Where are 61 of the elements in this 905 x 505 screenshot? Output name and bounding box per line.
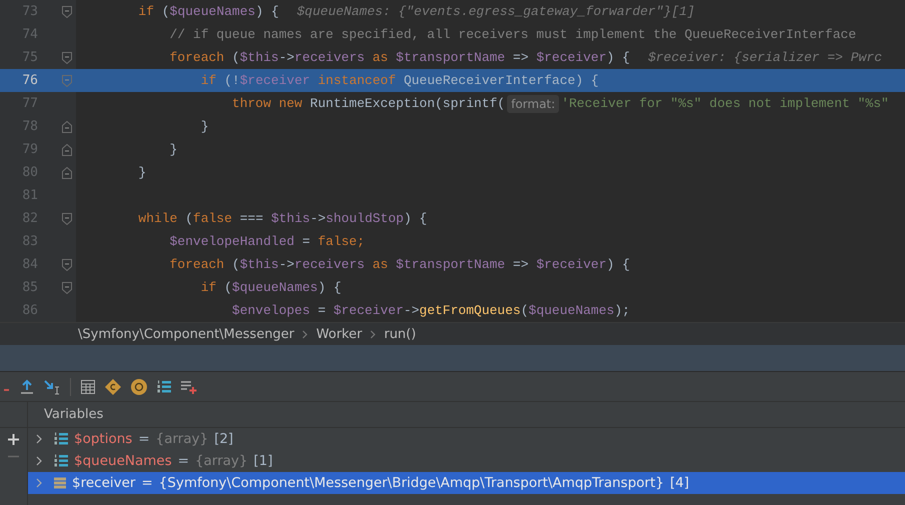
code-text: foreach ($this->receivers as $transportName => $receiver) { <box>168 50 630 65</box>
variable-name: $queueNames <box>74 453 172 469</box>
class-icon[interactable] <box>105 378 121 394</box>
fold-marker-icon[interactable] <box>62 6 72 18</box>
object-icon <box>54 477 66 489</box>
numbered-list-icon <box>157 380 171 394</box>
code-text: if ($queueNames) { <box>200 280 342 295</box>
code-text: 'Receiver for "%s" does not implement "%s" <box>561 96 889 111</box>
fold-marker-icon[interactable] <box>62 166 72 178</box>
equals-sign: = <box>178 453 190 469</box>
expand-icon[interactable] <box>36 434 42 444</box>
code-text: $envelopeHandled = false; <box>168 234 365 249</box>
variable-count: [1] <box>254 453 273 469</box>
breadcrumb-item[interactable]: run() <box>384 326 416 342</box>
code-text: } <box>137 165 146 180</box>
variable-row[interactable]: $options = {array} [2] <box>28 428 905 450</box>
code-text: if (!$receiver instanceof QueueReceiverInterface) { <box>200 73 599 88</box>
line-number: 76 <box>21 73 38 88</box>
numbered-list-icon <box>54 454 68 468</box>
variable-count: [2] <box>214 431 234 447</box>
variable-type: {array} <box>195 453 248 469</box>
code-text: while (false === $this->shouldStop) { <box>137 211 428 226</box>
fold-marker-icon[interactable] <box>62 52 72 64</box>
equals-sign: = <box>138 431 150 447</box>
breadcrumb-item[interactable]: \Symfony\Component\Messenger <box>78 326 294 342</box>
code-text: if ($queueNames) { <box>137 4 279 19</box>
code-text: foreach ($this->receivers as $transportName => $receiver) { <box>168 257 630 272</box>
chevron-icon <box>370 330 376 338</box>
inline-value-hint: $receiver: {serializer => Pwrc <box>648 50 882 65</box>
variable-row[interactable]: $receiver = {Symfony\Component\Messenger\Bridge\Amqp\Transport\AmqpTransport} [4] <box>28 472 905 494</box>
fold-marker-icon[interactable] <box>62 120 72 132</box>
add-watch-icon[interactable] <box>181 380 197 394</box>
code-text: // if queue names are specified, all receivers must implement the QueueReceiverInterface <box>168 27 856 42</box>
panel-title: Variables <box>44 407 104 422</box>
parameter-hint: format: <box>507 94 560 112</box>
expand-icon[interactable] <box>36 478 42 488</box>
fold-marker-icon[interactable] <box>62 282 72 294</box>
equals-sign: = <box>141 475 153 491</box>
code-text: $envelopes = $receiver->getFromQueues($queueNames); <box>231 303 630 318</box>
variable-name: $receiver <box>72 475 136 491</box>
step-out-icon[interactable] <box>20 378 34 394</box>
fold-marker-icon[interactable] <box>62 74 72 86</box>
variable-name: $options <box>74 431 132 447</box>
code-text: } <box>168 142 178 157</box>
code-text: } <box>200 119 209 134</box>
run-to-cursor-icon[interactable] <box>44 378 60 394</box>
chevron-icon <box>302 330 308 338</box>
fold-marker-icon[interactable] <box>62 258 72 270</box>
fold-marker-icon[interactable] <box>62 212 72 224</box>
numbered-list-icon <box>54 432 68 446</box>
variable-type: {array} <box>156 431 208 447</box>
inline-value-hint: $queueNames: {"events.egress_gateway_forwarder"}[1] <box>296 4 695 19</box>
variable-type: {Symfony\Component\Messenger\Bridge\Amqp\Transport\AmqpTransport} <box>158 475 664 491</box>
variable-count: [4] <box>670 475 690 491</box>
plus-icon[interactable] <box>8 434 19 445</box>
calculator-icon[interactable] <box>81 380 95 394</box>
variable-row[interactable]: $queueNames = {array} [1] <box>28 450 905 472</box>
fold-marker-icon[interactable] <box>62 144 72 156</box>
expand-icon[interactable] <box>36 456 42 466</box>
breadcrumb-item[interactable]: Worker <box>316 326 362 342</box>
code-text: throw new RuntimeException(sprintf( <box>231 96 506 111</box>
